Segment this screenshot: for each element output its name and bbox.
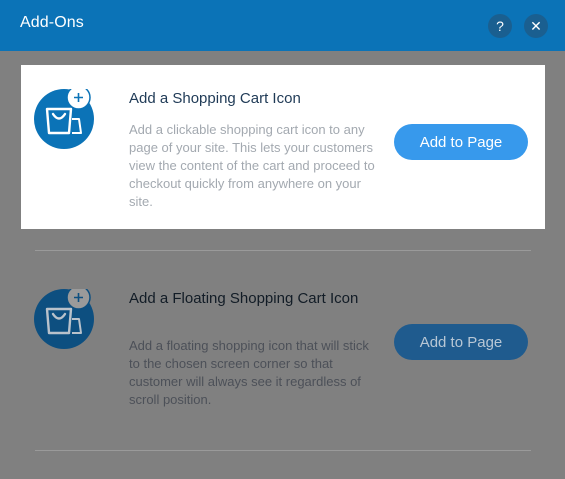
shopping-bag-icon — [34, 289, 94, 349]
addon-description: Add a clickable shopping cart icon to an… — [129, 122, 375, 209]
addon-title: Add a Shopping Cart Icon — [129, 90, 301, 107]
divider — [35, 450, 531, 451]
help-button[interactable]: ? — [488, 14, 512, 38]
shopping-bag-icon — [34, 89, 94, 149]
dialog-title: Add-Ons — [20, 14, 84, 31]
addon-card-shopping-cart-icon: Add a Shopping Cart Icon Add a clickable… — [21, 65, 545, 229]
close-icon: ✕ — [530, 18, 542, 34]
addon-description: Add a floating shopping icon that will s… — [129, 338, 369, 407]
addon-title: Add a Floating Shopping Cart Icon — [129, 290, 359, 307]
divider — [35, 250, 531, 251]
help-icon: ? — [496, 18, 504, 34]
close-button[interactable]: ✕ — [524, 14, 548, 38]
add-ons-dialog: Add-Ons ? ✕ Add a Shopping Cart Icon Add… — [0, 0, 565, 479]
add-to-page-button[interactable]: Add to Page — [394, 124, 528, 160]
addon-card-floating-cart-icon: Add a Floating Shopping Cart Icon Add a … — [21, 265, 545, 429]
dialog-header: Add-Ons ? ✕ — [0, 0, 565, 51]
add-to-page-button[interactable]: Add to Page — [394, 324, 528, 360]
